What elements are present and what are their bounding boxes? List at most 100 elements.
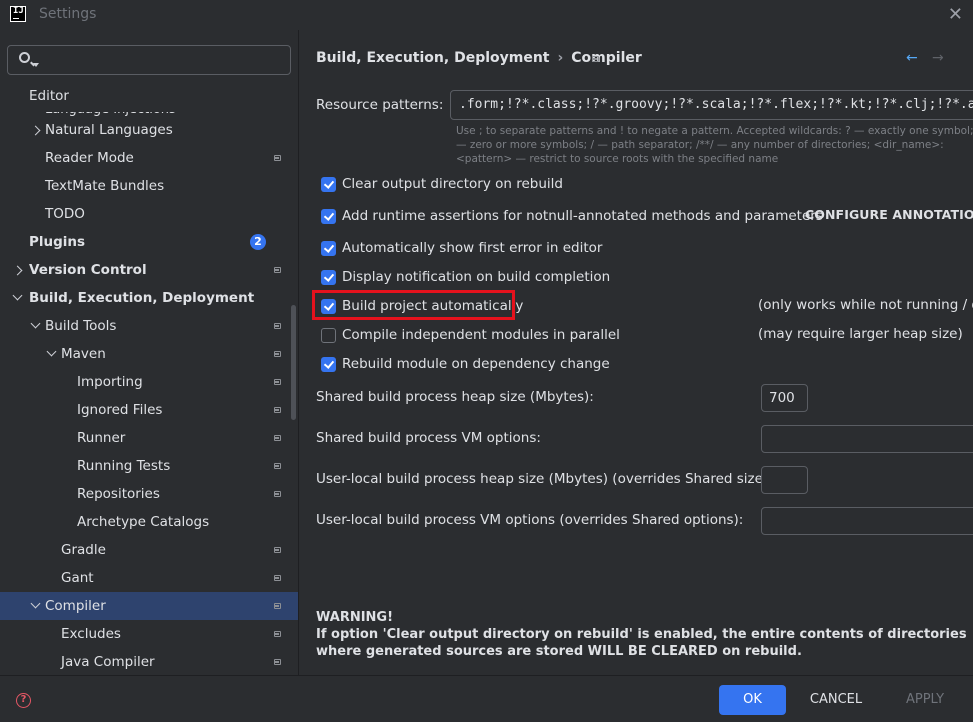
project-level-icon bbox=[274, 603, 281, 609]
checkbox-label: Clear output directory on rebuild bbox=[342, 176, 563, 192]
compiler-settings-panel: Build, Execution, Deployment › Compiler ← … bbox=[300, 30, 973, 675]
sidebar-item-reader-mode[interactable]: Reader Mode bbox=[0, 144, 298, 172]
sidebar-item-build-execution-deployment[interactable]: Build, Execution, Deployment bbox=[0, 284, 298, 312]
title-bar: IJ Settings ✕ bbox=[0, 0, 973, 30]
resource-patterns-hint: Use ; to separate patterns and ! to nega… bbox=[456, 125, 973, 165]
settings-sidebar: Language Injections Editor Natural Langu… bbox=[0, 30, 299, 675]
sidebar-item-ignored-files[interactable]: Ignored Files bbox=[0, 396, 298, 424]
intellij-logo-icon: IJ bbox=[10, 6, 26, 22]
sidebar-item-textmate-bundles[interactable]: TextMate Bundles bbox=[0, 172, 298, 200]
build-notification-checkbox[interactable] bbox=[321, 269, 336, 285]
sidebar-item-editor[interactable]: Editor bbox=[0, 84, 298, 112]
user-vm-input[interactable] bbox=[761, 507, 973, 535]
sidebar-item-build-tools[interactable]: Build Tools bbox=[0, 312, 298, 340]
sidebar-item-label: Version Control bbox=[29, 262, 147, 278]
sidebar-item-label: TODO bbox=[45, 206, 85, 222]
help-icon[interactable]: ? bbox=[16, 693, 31, 708]
sidebar-item-maven[interactable]: Maven bbox=[0, 340, 298, 368]
chevron-down-icon[interactable] bbox=[30, 600, 42, 612]
sidebar-item-repositories[interactable]: Repositories bbox=[0, 480, 298, 508]
warning-text: If option 'Clear output directory on reb… bbox=[316, 627, 967, 659]
show-first-error-checkbox[interactable] bbox=[321, 240, 336, 256]
sidebar-scrollbar[interactable] bbox=[291, 305, 296, 420]
sidebar-item-excludes[interactable]: Excludes bbox=[0, 620, 298, 648]
shared-vm-label: Shared build process VM options: bbox=[316, 430, 541, 446]
runtime-assertions-checkbox-row[interactable]: Add runtime assertions for notnull-annot… bbox=[321, 205, 823, 227]
sidebar-item-runner[interactable]: Runner bbox=[0, 424, 298, 452]
search-input[interactable] bbox=[40, 50, 280, 70]
chevron-down-icon[interactable] bbox=[12, 292, 24, 304]
sidebar-item-version-control[interactable]: Version Control bbox=[0, 256, 298, 284]
sidebar-item-label: Maven bbox=[61, 346, 106, 362]
sidebar-item-todo[interactable]: TODO bbox=[0, 200, 298, 228]
cancel-button[interactable]: CANCEL bbox=[800, 685, 872, 715]
breadcrumb-current: Compiler bbox=[571, 50, 642, 66]
sidebar-item-label: Build, Execution, Deployment bbox=[29, 290, 255, 306]
sidebar-item-java-compiler[interactable]: Java Compiler bbox=[0, 648, 298, 675]
sidebar-item-plugins[interactable]: Plugins 2 bbox=[0, 228, 298, 256]
sidebar-item-label: Java Compiler bbox=[61, 654, 155, 670]
warning-title: WARNING! bbox=[316, 610, 394, 625]
close-icon[interactable]: ✕ bbox=[948, 4, 963, 25]
sidebar-item-label: Reader Mode bbox=[45, 150, 134, 166]
highlight-box bbox=[312, 290, 515, 320]
sidebar-item-compiler[interactable]: Compiler bbox=[0, 592, 298, 620]
rebuild-dependency-checkbox-row[interactable]: Rebuild module on dependency change bbox=[321, 353, 610, 375]
project-level-icon bbox=[274, 435, 281, 441]
show-first-error-checkbox-row[interactable]: Automatically show first error in editor bbox=[321, 237, 602, 259]
checkbox-label: Display notification on build completion bbox=[342, 269, 611, 285]
update-count-badge: 2 bbox=[250, 234, 266, 250]
configure-annotations-button[interactable]: CONFIGURE ANNOTATIONS... bbox=[805, 207, 973, 222]
sidebar-item-gradle[interactable]: Gradle bbox=[0, 536, 298, 564]
sidebar-item-importing[interactable]: Importing bbox=[0, 368, 298, 396]
sidebar-item-label: Gradle bbox=[61, 542, 106, 558]
shared-heap-input[interactable]: 700 bbox=[761, 384, 808, 412]
sidebar-item-natural-languages[interactable]: Natural Languages bbox=[0, 116, 298, 144]
sidebar-item-gant[interactable]: Gant bbox=[0, 564, 298, 592]
clear-output-checkbox[interactable] bbox=[321, 176, 336, 192]
chevron-right-icon[interactable] bbox=[30, 125, 42, 137]
apply-button[interactable]: APPLY bbox=[890, 685, 960, 715]
build-notification-checkbox-row[interactable]: Display notification on build completion bbox=[321, 266, 610, 288]
chevron-down-icon[interactable] bbox=[46, 348, 58, 360]
resource-patterns-label: Resource patterns: bbox=[316, 97, 444, 113]
checkbox-label: Add runtime assertions for notnull-annot… bbox=[342, 208, 823, 224]
project-level-icon bbox=[274, 155, 281, 161]
project-level-icon bbox=[274, 379, 281, 385]
back-arrow-icon[interactable]: ← bbox=[906, 50, 918, 66]
chevron-down-icon[interactable] bbox=[30, 320, 42, 332]
checkbox-label: Compile independent modules in parallel bbox=[342, 327, 620, 343]
project-level-icon bbox=[274, 407, 281, 413]
ok-button[interactable]: OK bbox=[719, 685, 786, 715]
project-level-icon bbox=[274, 267, 281, 273]
parallel-note: (may require larger heap size) bbox=[758, 326, 963, 342]
sidebar-item-label: Running Tests bbox=[77, 458, 171, 474]
rebuild-dependency-checkbox[interactable] bbox=[321, 356, 336, 372]
checkbox-label: Automatically show first error in editor bbox=[342, 240, 603, 256]
clear-output-checkbox-row[interactable]: Clear output directory on rebuild bbox=[321, 173, 563, 195]
project-level-icon bbox=[274, 659, 281, 665]
sidebar-item-label: Editor bbox=[29, 88, 69, 104]
sidebar-item-label: Gant bbox=[61, 570, 94, 586]
project-level-icon bbox=[274, 323, 281, 329]
shared-vm-input[interactable] bbox=[761, 425, 973, 453]
rebuild-warning: WARNING! If option 'Clear output directo… bbox=[316, 609, 973, 660]
sidebar-item-label: Importing bbox=[77, 374, 143, 390]
project-level-icon bbox=[274, 547, 281, 553]
parallel-compile-checkbox-row[interactable]: Compile independent modules in parallel bbox=[321, 324, 620, 346]
resource-patterns-input[interactable]: .form;!?*.class;!?*.groovy;!?*.scala;!?*… bbox=[450, 90, 973, 120]
user-heap-input[interactable] bbox=[761, 466, 808, 494]
breadcrumb-parent[interactable]: Build, Execution, Deployment bbox=[316, 50, 550, 66]
project-level-icon bbox=[592, 56, 599, 62]
sidebar-item-label: Excludes bbox=[61, 626, 121, 642]
runtime-assertions-checkbox[interactable] bbox=[321, 208, 336, 224]
search-box[interactable] bbox=[7, 45, 291, 75]
forward-arrow-icon[interactable]: → bbox=[932, 50, 944, 66]
sidebar-item-archetype-catalogs[interactable]: Archetype Catalogs bbox=[0, 508, 298, 536]
project-level-icon bbox=[274, 463, 281, 469]
project-level-icon bbox=[274, 575, 281, 581]
sidebar-item-label: Repositories bbox=[77, 486, 160, 502]
sidebar-item-running-tests[interactable]: Running Tests bbox=[0, 452, 298, 480]
parallel-compile-checkbox[interactable] bbox=[321, 327, 336, 343]
chevron-right-icon[interactable] bbox=[12, 265, 24, 277]
